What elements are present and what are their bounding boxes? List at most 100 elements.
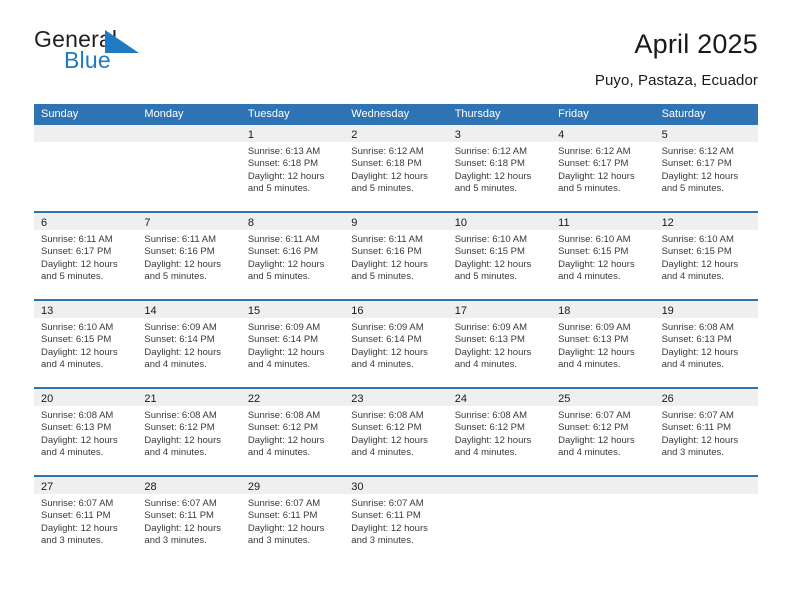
week-grid: 27 Sunrise: 6:07 AM Sunset: 6:11 PM Dayligh… <box>34 477 758 563</box>
sunset-text: Sunset: 6:12 PM <box>247 422 319 434</box>
general-blue-logo[interactable]: General Blue <box>34 28 154 76</box>
day-number-band: 3 <box>447 125 552 142</box>
sunset-text: Sunset: 6:16 PM <box>144 246 215 258</box>
sunset-text: Sunset: 6:12 PM <box>144 422 215 434</box>
sunset-text: Sunset: 6:11 PM <box>41 510 111 522</box>
daylight-text: and 5 minutes. <box>454 183 518 195</box>
calendar-day-cell[interactable]: 3 Sunrise: 6:12 AM Sunset: 6:18 PM Daylight… <box>447 125 552 211</box>
sunset-text: Sunset: 6:17 PM <box>558 158 629 170</box>
calendar-day-cell[interactable]: 29 Sunrise: 6:07 AM Sunset: 6:11 PM Dayligh… <box>240 477 345 563</box>
daylight-text: Daylight: 12 hours <box>144 522 221 534</box>
day-details: Sunrise: 6:11 AM Sunset: 6:16 PM Daylight:… <box>137 230 240 284</box>
daylight-text: Daylight: 12 hours <box>558 434 635 446</box>
sunset-text: Sunset: 6:12 PM <box>454 422 525 434</box>
calendar-day-cell[interactable]: 27 Sunrise: 6:07 AM Sunset: 6:11 PM Dayligh… <box>34 477 138 563</box>
calendar-day-cell[interactable]: 7 Sunrise: 6:11 AM Sunset: 6:16 PM Daylight… <box>137 213 241 299</box>
calendar-day-cell[interactable]: 25 Sunrise: 6:07 AM Sunset: 6:12 PM Dayligh… <box>551 389 655 475</box>
day-number: 14 <box>144 305 157 317</box>
sunset-text: Sunset: 6:13 PM <box>661 334 732 346</box>
week-grid: 13 Sunrise: 6:10 AM Sunset: 6:15 PM Dayligh… <box>34 301 758 387</box>
daylight-text: Daylight: 12 hours <box>247 434 325 446</box>
day-details: Sunrise: 6:11 AM Sunset: 6:16 PM Daylight:… <box>241 230 344 284</box>
daylight-text: and 5 minutes. <box>351 271 414 283</box>
calendar-day-cell[interactable]: 17 Sunrise: 6:09 AM Sunset: 6:13 PM Dayligh… <box>447 301 552 387</box>
calendar-day-cell[interactable]: 19 Sunrise: 6:08 AM Sunset: 6:13 PM Dayligh… <box>654 301 758 387</box>
weekday-header-friday: Friday <box>558 108 589 120</box>
daylight-text: Daylight: 12 hours <box>558 258 635 270</box>
day-details: Sunrise: 6:08 AM Sunset: 6:12 PM Daylight:… <box>448 406 551 460</box>
sunrise-text: Sunrise: 6:09 AM <box>144 322 217 333</box>
sunrise-text: Sunrise: 6:12 AM <box>661 146 734 157</box>
calendar-day-cell[interactable]: 5 Sunrise: 6:12 AM Sunset: 6:17 PM Daylight… <box>654 125 758 211</box>
sunrise-text: Sunrise: 6:11 AM <box>351 234 423 245</box>
calendar-day-cell[interactable]: 12 Sunrise: 6:10 AM Sunset: 6:15 PM Dayligh… <box>654 213 758 299</box>
daylight-text: and 5 minutes. <box>41 271 104 283</box>
day-number-band <box>447 477 552 494</box>
day-number: 5 <box>661 129 668 141</box>
calendar-weeks: 1 Sunrise: 6:13 AM Sunset: 6:18 PM Daylight… <box>34 125 758 563</box>
day-details: Sunrise: 6:13 AM Sunset: 6:18 PM Daylight:… <box>241 142 344 196</box>
daylight-text: and 3 minutes. <box>247 535 311 547</box>
calendar-day-cell[interactable]: 1 Sunrise: 6:13 AM Sunset: 6:18 PM Daylight… <box>240 125 345 211</box>
day-number-band: 1 <box>240 125 345 142</box>
sunset-text: Sunset: 6:14 PM <box>144 334 215 346</box>
weekday-header-monday: Monday <box>144 108 184 120</box>
calendar-day-cell[interactable]: 14 Sunrise: 6:09 AM Sunset: 6:14 PM Dayligh… <box>137 301 241 387</box>
daylight-text: Daylight: 12 hours <box>661 434 739 446</box>
calendar-day-cell[interactable]: 18 Sunrise: 6:09 AM Sunset: 6:13 PM Dayligh… <box>551 301 655 387</box>
day-number-band: 21 <box>137 389 241 406</box>
day-number-band: 19 <box>654 301 758 318</box>
calendar-day-cell-empty <box>551 477 655 563</box>
daylight-text: Daylight: 12 hours <box>454 346 532 358</box>
sunset-text: Sunset: 6:18 PM <box>454 158 525 170</box>
sunrise-text: Sunrise: 6:07 AM <box>247 498 321 509</box>
calendar-day-cell[interactable]: 10 Sunrise: 6:10 AM Sunset: 6:15 PM Dayligh… <box>447 213 552 299</box>
calendar-day-cell[interactable]: 11 Sunrise: 6:10 AM Sunset: 6:15 PM Dayligh… <box>551 213 655 299</box>
sunrise-text: Sunrise: 6:10 AM <box>41 322 114 333</box>
daylight-text: Daylight: 12 hours <box>144 346 221 358</box>
calendar-day-cell[interactable]: 21 Sunrise: 6:08 AM Sunset: 6:12 PM Dayligh… <box>137 389 241 475</box>
day-number-band: 2 <box>344 125 448 142</box>
calendar-day-cell[interactable]: 6 Sunrise: 6:11 AM Sunset: 6:17 PM Daylight… <box>34 213 138 299</box>
day-number-band: 30 <box>344 477 448 494</box>
sunrise-text: Sunrise: 6:11 AM <box>247 234 320 245</box>
calendar-day-cell[interactable]: 30 Sunrise: 6:07 AM Sunset: 6:11 PM Dayligh… <box>344 477 448 563</box>
calendar-day-cell[interactable]: 24 Sunrise: 6:08 AM Sunset: 6:12 PM Dayligh… <box>447 389 552 475</box>
daylight-text: Daylight: 12 hours <box>351 258 428 270</box>
day-details: Sunrise: 6:10 AM Sunset: 6:15 PM Daylight:… <box>551 230 654 284</box>
calendar-day-cell[interactable]: 22 Sunrise: 6:08 AM Sunset: 6:12 PM Dayligh… <box>240 389 345 475</box>
day-details: Sunrise: 6:12 AM Sunset: 6:18 PM Daylight:… <box>448 142 551 196</box>
day-number: 16 <box>351 305 364 317</box>
daylight-text: Daylight: 12 hours <box>351 346 428 358</box>
sunrise-text: Sunrise: 6:09 AM <box>247 322 321 333</box>
day-number-band: 8 <box>240 213 345 230</box>
day-number: 28 <box>144 481 157 493</box>
day-number-band: 24 <box>447 389 552 406</box>
calendar-day-cell[interactable]: 16 Sunrise: 6:09 AM Sunset: 6:14 PM Dayligh… <box>344 301 448 387</box>
calendar-day-cell[interactable]: 15 Sunrise: 6:09 AM Sunset: 6:14 PM Dayligh… <box>240 301 345 387</box>
calendar-day-cell[interactable]: 8 Sunrise: 6:11 AM Sunset: 6:16 PM Daylight… <box>240 213 345 299</box>
calendar-week-row: 13 Sunrise: 6:10 AM Sunset: 6:15 PM Dayligh… <box>34 299 758 387</box>
day-details: Sunrise: 6:08 AM Sunset: 6:13 PM Daylight:… <box>655 318 758 372</box>
daylight-text: and 4 minutes. <box>661 271 724 283</box>
calendar-day-cell[interactable]: 13 Sunrise: 6:10 AM Sunset: 6:15 PM Dayligh… <box>34 301 138 387</box>
calendar-day-cell[interactable]: 23 Sunrise: 6:08 AM Sunset: 6:12 PM Dayligh… <box>344 389 448 475</box>
day-number-band: 26 <box>654 389 758 406</box>
daylight-text: Daylight: 12 hours <box>454 434 532 446</box>
calendar-day-cell[interactable]: 2 Sunrise: 6:12 AM Sunset: 6:18 PM Daylight… <box>344 125 448 211</box>
daylight-text: and 5 minutes. <box>558 183 621 195</box>
day-number: 7 <box>144 217 151 229</box>
calendar-day-cell[interactable]: 20 Sunrise: 6:08 AM Sunset: 6:13 PM Dayligh… <box>34 389 138 475</box>
week-grid: 1 Sunrise: 6:13 AM Sunset: 6:18 PM Daylight… <box>34 125 758 211</box>
calendar-day-cell[interactable]: 26 Sunrise: 6:07 AM Sunset: 6:11 PM Dayligh… <box>654 389 758 475</box>
daylight-text: Daylight: 12 hours <box>41 346 118 358</box>
calendar-day-cell[interactable]: 4 Sunrise: 6:12 AM Sunset: 6:17 PM Daylight… <box>551 125 655 211</box>
weekday-header-tuesday: Tuesday <box>247 108 290 120</box>
calendar-day-cell[interactable]: 28 Sunrise: 6:07 AM Sunset: 6:11 PM Dayligh… <box>137 477 241 563</box>
calendar-day-cell[interactable]: 9 Sunrise: 6:11 AM Sunset: 6:16 PM Daylight… <box>344 213 448 299</box>
weekday-header-sunday: Sunday <box>41 108 79 120</box>
day-number-band: 14 <box>137 301 241 318</box>
day-number-band: 10 <box>447 213 552 230</box>
daylight-text: Daylight: 12 hours <box>247 258 325 270</box>
sunrise-text: Sunrise: 6:07 AM <box>351 498 424 509</box>
